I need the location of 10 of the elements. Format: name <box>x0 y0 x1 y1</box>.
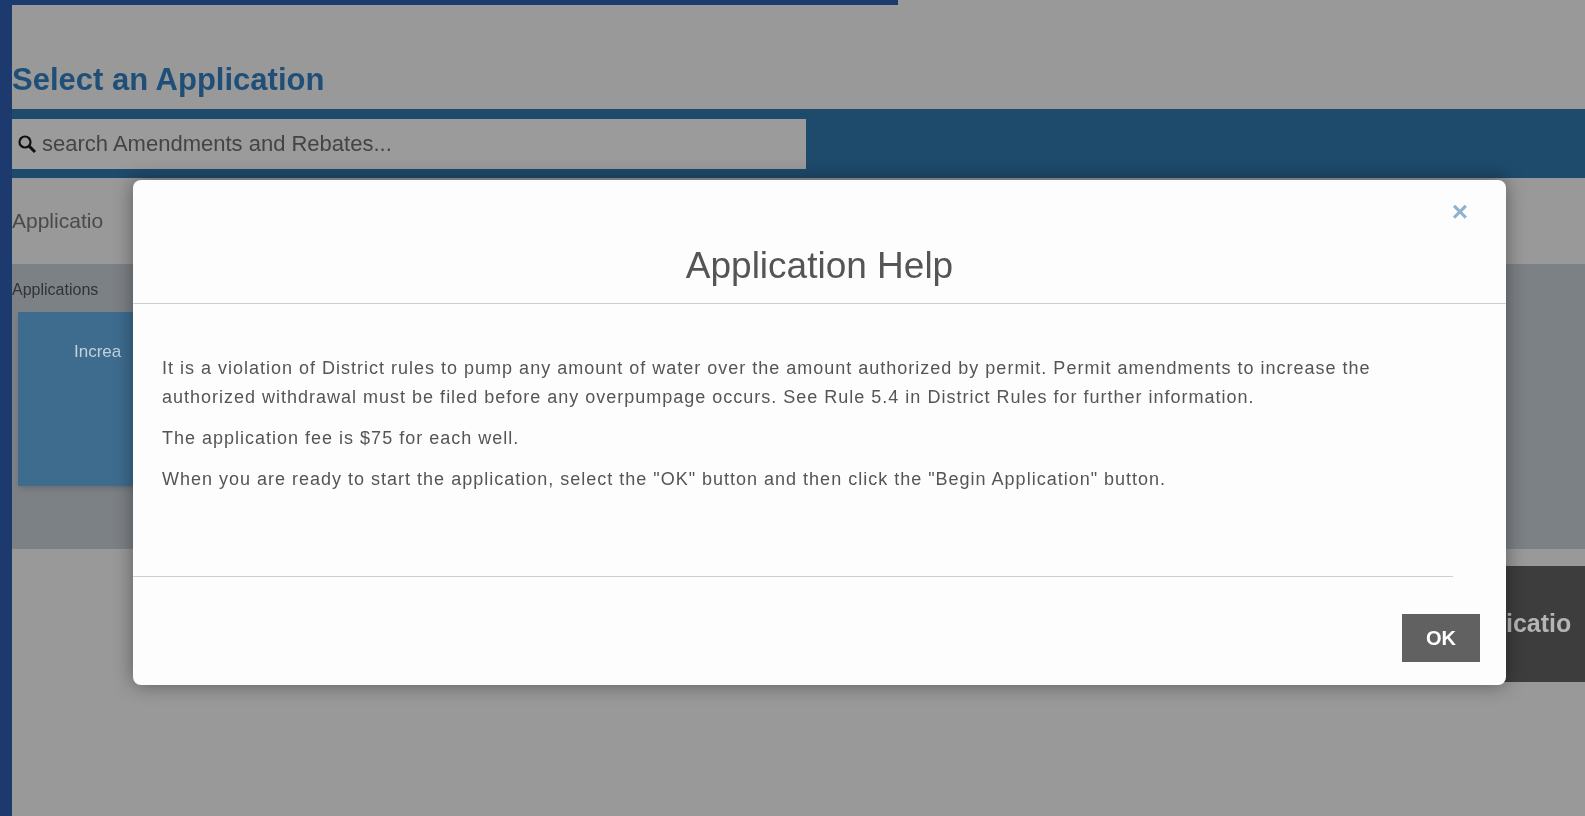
search-icon <box>17 133 37 154</box>
search-field[interactable]: search Amendments and Rebates... <box>12 118 806 169</box>
dialog-title: Application Help <box>685 243 954 288</box>
ok-button[interactable]: OK <box>1402 614 1480 662</box>
help-paragraph: It is a violation of District rules to pump any amount of water over the amount authorized by permit. Permit amendments to increase the authorized withdrawal must be filed before any overpumpage occurs. See Rule 5.4 in District Rules for further information. <box>162 357 1372 409</box>
help-paragraph: When you are ready to start the application, select the "OK" button and then click the "Begin Application" button. <box>162 468 1168 491</box>
help-paragraph: The application fee is $75 for each well. <box>162 427 521 450</box>
section-label: Applicatio <box>12 208 104 235</box>
page-heading: Select an Application <box>12 64 325 95</box>
panel-label: Applications <box>12 280 100 300</box>
